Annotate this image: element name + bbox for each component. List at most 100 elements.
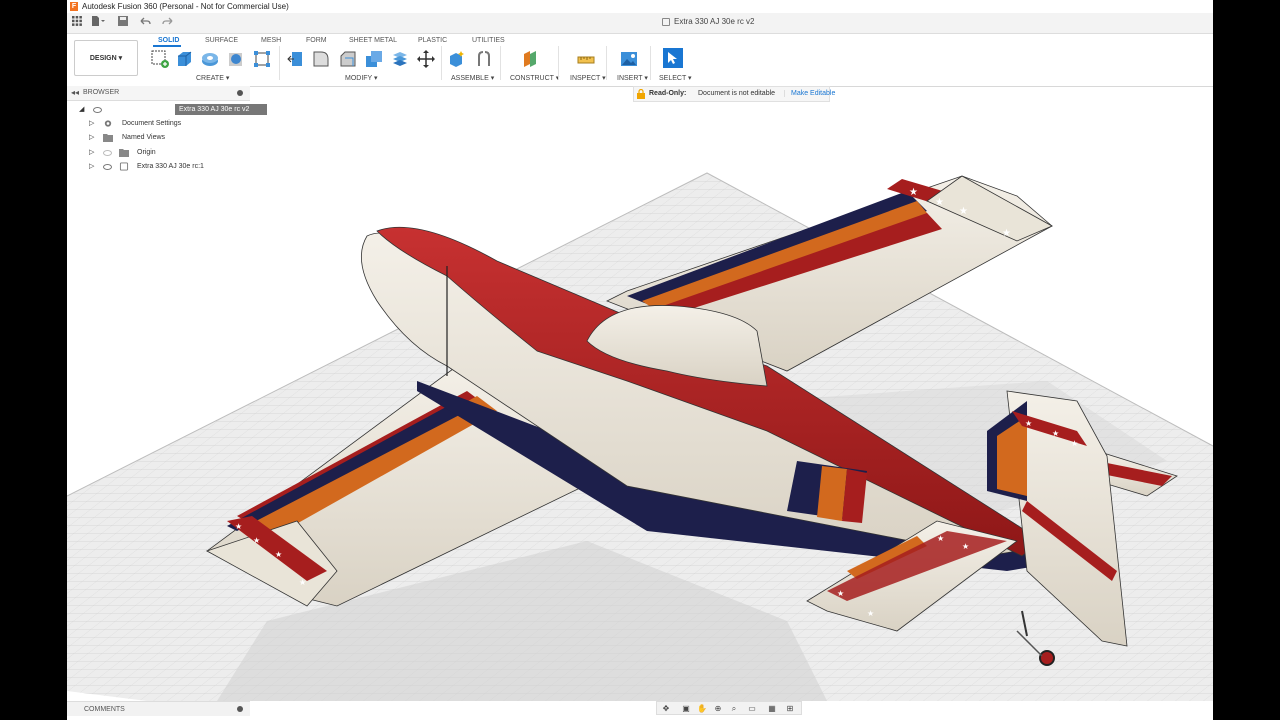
group-inspect[interactable]: INSPECT ▾: [570, 74, 606, 82]
ribbon-separator: [606, 46, 607, 80]
expand-triangle-icon[interactable]: ▷: [89, 162, 94, 170]
revolve-icon[interactable]: [201, 50, 219, 68]
file-icon[interactable]: [90, 16, 106, 30]
ribbon-separator: [279, 46, 280, 80]
group-insert[interactable]: INSERT ▾: [617, 74, 648, 82]
look-at-icon[interactable]: ▣: [681, 704, 691, 713]
grid-settings-icon[interactable]: ▦: [767, 704, 777, 713]
svg-text:★: ★: [909, 187, 918, 198]
tab-solid[interactable]: SOLID: [158, 37, 179, 44]
display-settings-icon[interactable]: ▭: [747, 704, 757, 713]
zoom-icon[interactable]: ⊕: [713, 704, 723, 713]
viewports-icon[interactable]: ⊞: [785, 704, 795, 713]
svg-text:★: ★: [935, 197, 944, 208]
fillet-icon[interactable]: [312, 50, 330, 68]
svg-text:★: ★: [235, 522, 242, 531]
browser-item-component[interactable]: ▷ Extra 330 AJ 30e rc:1: [89, 161, 259, 174]
pan-icon[interactable]: ✋: [697, 704, 707, 713]
group-create-label: CREATE: [196, 75, 224, 82]
tab-form[interactable]: FORM: [306, 37, 327, 44]
undo-icon[interactable]: [139, 16, 153, 30]
collapse-triangle-icon[interactable]: ◢: [79, 105, 84, 113]
redo-icon[interactable]: [161, 16, 175, 30]
collapse-arrow-icon[interactable]: ◂◂: [71, 88, 79, 97]
expand-triangle-icon[interactable]: ▷: [89, 148, 94, 156]
new-component-icon[interactable]: [448, 50, 466, 68]
tab-mesh[interactable]: MESH: [261, 37, 281, 44]
group-assemble[interactable]: ASSEMBLE ▾: [451, 74, 494, 82]
browser-item-named-views[interactable]: ▷ Named Views: [89, 132, 259, 145]
read-only-message: Document is not editable: [698, 90, 776, 97]
group-construct-label: CONSTRUCT: [510, 75, 554, 82]
svg-text:★: ★: [275, 550, 282, 559]
move-icon[interactable]: [417, 50, 435, 68]
browser-item-document-settings[interactable]: ▷ Document Settings: [89, 118, 259, 131]
grid-icon[interactable]: [71, 16, 83, 30]
workspace-switcher[interactable]: DESIGN ▾: [74, 40, 138, 76]
create-sketch-icon[interactable]: [151, 50, 169, 68]
svg-text:★: ★: [837, 589, 844, 598]
insert-image-icon[interactable]: [620, 50, 638, 68]
eye-icon[interactable]: [103, 164, 112, 170]
group-modify-label: MODIFY: [345, 75, 373, 82]
eye-icon[interactable]: [103, 150, 112, 156]
measure-icon[interactable]: [577, 50, 595, 68]
quick-access-toolbar: [67, 13, 1213, 34]
ribbon-separator: [650, 46, 651, 80]
svg-text:★: ★: [867, 609, 874, 618]
combine-icon[interactable]: [391, 50, 409, 68]
shell-icon[interactable]: [365, 50, 383, 68]
expand-triangle-icon[interactable]: ▷: [89, 119, 94, 127]
svg-text:★: ★: [253, 536, 260, 545]
group-construct[interactable]: CONSTRUCT ▾: [510, 74, 559, 82]
form-tool-icon[interactable]: [253, 50, 271, 68]
group-select[interactable]: SELECT ▾: [659, 74, 692, 82]
fit-icon[interactable]: ⌕: [729, 704, 739, 713]
chamfer-icon[interactable]: [339, 50, 357, 68]
tab-surface[interactable]: SURFACE: [205, 37, 238, 44]
pin-icon[interactable]: [237, 706, 243, 712]
browser-root-label[interactable]: Extra 330 AJ 30e rc v2: [175, 104, 267, 115]
save-icon[interactable]: [117, 16, 129, 30]
lock-icon: [662, 17, 670, 26]
browser-root-text: Extra 330 AJ 30e rc v2: [179, 106, 250, 113]
browser-item-origin[interactable]: ▷ Origin: [89, 147, 259, 160]
lock-icon: [637, 89, 645, 99]
browser-panel-header[interactable]: ◂◂ BROWSER: [67, 86, 250, 101]
browser-title: BROWSER: [83, 89, 120, 96]
svg-text:★: ★: [962, 542, 969, 551]
make-editable-button[interactable]: Make Editable: [784, 90, 835, 97]
tab-sheet-metal[interactable]: SHEET METAL: [349, 37, 397, 44]
comments-panel[interactable]: COMMENTS: [67, 701, 250, 716]
joint-icon[interactable]: [475, 50, 493, 68]
document-tab[interactable]: Extra 330 AJ 30e rc v2: [662, 17, 755, 26]
read-only-banner: Read-Only: Document is not editable Make…: [633, 86, 835, 102]
group-create[interactable]: CREATE ▾: [196, 74, 229, 82]
svg-text:★: ★: [299, 578, 306, 587]
navigation-bar: ✥ ▣ ✋ ⊕ ⌕ ▭ ▦ ⊞: [656, 701, 802, 715]
workspace-label: DESIGN: [89, 55, 117, 62]
offset-plane-icon[interactable]: [521, 50, 539, 68]
document-tab-title: Extra 330 AJ 30e rc v2: [674, 17, 755, 26]
pin-icon[interactable]: [237, 90, 243, 96]
tab-utilities[interactable]: UTILITIES: [472, 37, 505, 44]
ribbon-separator: [441, 46, 442, 80]
active-tab-indicator: [153, 45, 181, 47]
component-icon: [119, 162, 129, 171]
extrude-icon[interactable]: [175, 50, 193, 68]
svg-text:★: ★: [1052, 429, 1059, 438]
orbit-icon[interactable]: ✥: [661, 704, 671, 713]
canvas-viewport[interactable]: ★ ★ ★ ★ ★ ★ ★ ★ ★ ★ ★ ★ ★ ★ ★: [67, 101, 1213, 701]
sphere-tool-icon[interactable]: [227, 50, 245, 68]
browser-item-label: Named Views: [122, 134, 166, 141]
press-pull-icon[interactable]: [287, 50, 305, 68]
comments-title: COMMENTS: [84, 706, 125, 713]
select-icon[interactable]: [663, 48, 683, 68]
tab-plastic[interactable]: PLASTIC: [418, 37, 447, 44]
expand-triangle-icon[interactable]: ▷: [89, 133, 94, 141]
3d-model-canvas[interactable]: ★ ★ ★ ★ ★ ★ ★ ★ ★ ★ ★ ★ ★ ★ ★: [67, 101, 1213, 701]
browser-item-label: Extra 330 AJ 30e rc:1: [137, 163, 204, 170]
group-modify[interactable]: MODIFY ▾: [345, 74, 378, 82]
eye-icon[interactable]: [93, 107, 102, 113]
read-only-label: Read-Only:: [649, 90, 687, 97]
